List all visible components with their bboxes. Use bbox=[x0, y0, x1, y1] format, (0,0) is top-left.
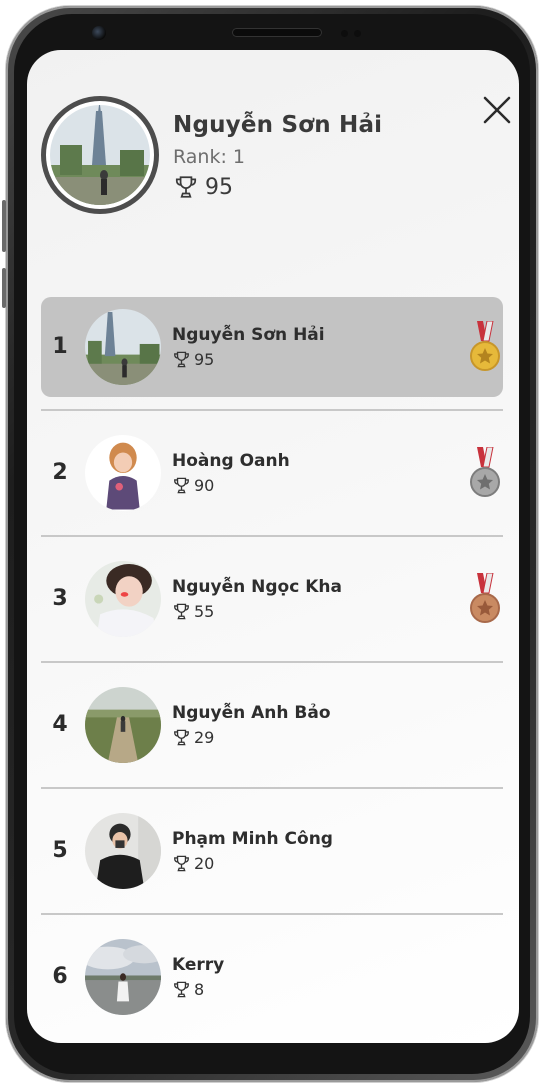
leaderboard-row[interactable]: 4 Nguyễn Anh Bảo 29 bbox=[41, 675, 503, 775]
rank-number: 2 bbox=[52, 460, 68, 485]
player-name: Nguyễn Sơn Hải bbox=[172, 325, 325, 345]
player-name: Nguyễn Ngọc Kha bbox=[172, 577, 342, 597]
silver-medal-icon bbox=[470, 447, 500, 497]
leaderboard-row[interactable]: 3 Nguyễn Ngọc Kha 55 bbox=[41, 549, 503, 649]
rank-number: 4 bbox=[52, 712, 68, 737]
player-score: 95 bbox=[172, 350, 214, 369]
player-score: 55 bbox=[172, 602, 214, 621]
app-screen: Nguyễn Sơn Hải Rank: 1 95 1 Nguyễn Sơn H… bbox=[27, 50, 519, 1043]
leaderboard-list: 1 Nguyễn Sơn Hải 95 2 Hoàng Oanh 90 3 Ng… bbox=[41, 297, 503, 1043]
leaderboard-row[interactable]: 5 Phạm Minh Công 20 bbox=[41, 801, 503, 901]
divider bbox=[41, 913, 503, 915]
avatar bbox=[85, 939, 161, 1015]
player-score: 8 bbox=[172, 980, 204, 999]
player-name: Kerry bbox=[172, 955, 225, 975]
leaderboard-row[interactable]: 1 Nguyễn Sơn Hải 95 bbox=[41, 297, 503, 397]
profile-avatar[interactable] bbox=[41, 96, 159, 214]
bronze-medal-icon bbox=[470, 573, 500, 623]
profile-score: 95 bbox=[173, 174, 233, 200]
player-name: Hoàng Oanh bbox=[172, 451, 290, 471]
player-name: Nguyễn Anh Bảo bbox=[172, 703, 331, 723]
rank-number: 3 bbox=[52, 586, 68, 611]
gold-medal-icon bbox=[470, 321, 500, 371]
avatar bbox=[85, 687, 161, 763]
sensor-dot bbox=[341, 30, 348, 37]
avatar bbox=[85, 813, 161, 889]
rank-number: 6 bbox=[52, 964, 68, 989]
close-button[interactable] bbox=[479, 92, 515, 128]
sensor-dot bbox=[354, 30, 361, 37]
leaderboard-row[interactable]: 2 Hoàng Oanh 90 bbox=[41, 423, 503, 523]
trophy-icon bbox=[174, 477, 189, 494]
avatar bbox=[85, 435, 161, 511]
earpiece-speaker bbox=[232, 28, 322, 37]
power-button bbox=[2, 268, 6, 308]
profile-name: Nguyễn Sơn Hải bbox=[173, 112, 383, 138]
player-score: 20 bbox=[172, 854, 214, 873]
front-camera-icon bbox=[92, 26, 106, 40]
avatar bbox=[85, 309, 161, 385]
trophy-icon bbox=[175, 176, 197, 198]
score-value: 29 bbox=[194, 728, 215, 747]
player-score: 29 bbox=[172, 728, 214, 747]
trophy-icon bbox=[174, 729, 189, 746]
divider bbox=[41, 787, 503, 789]
divider bbox=[41, 661, 503, 663]
score-value: 95 bbox=[194, 350, 215, 369]
rank-number: 1 bbox=[52, 334, 68, 359]
leaderboard-row[interactable]: 6 Kerry 8 bbox=[41, 927, 503, 1027]
score-value: 90 bbox=[194, 476, 215, 495]
trophy-icon bbox=[174, 603, 189, 620]
divider bbox=[41, 409, 503, 411]
close-icon bbox=[483, 96, 511, 124]
player-name: Phạm Minh Công bbox=[172, 829, 333, 849]
divider bbox=[41, 535, 503, 537]
score-value: 8 bbox=[194, 980, 205, 999]
rank-number: 5 bbox=[52, 838, 68, 863]
trophy-icon bbox=[174, 351, 189, 368]
player-score: 90 bbox=[172, 476, 214, 495]
profile-rank: Rank: 1 bbox=[173, 146, 246, 168]
volume-button bbox=[2, 200, 6, 252]
score-value: 55 bbox=[194, 602, 215, 621]
avatar bbox=[85, 561, 161, 637]
trophy-icon bbox=[174, 981, 189, 998]
profile-score-value: 95 bbox=[205, 174, 233, 200]
trophy-icon bbox=[174, 855, 189, 872]
profile-photo bbox=[50, 105, 150, 205]
score-value: 20 bbox=[194, 854, 215, 873]
